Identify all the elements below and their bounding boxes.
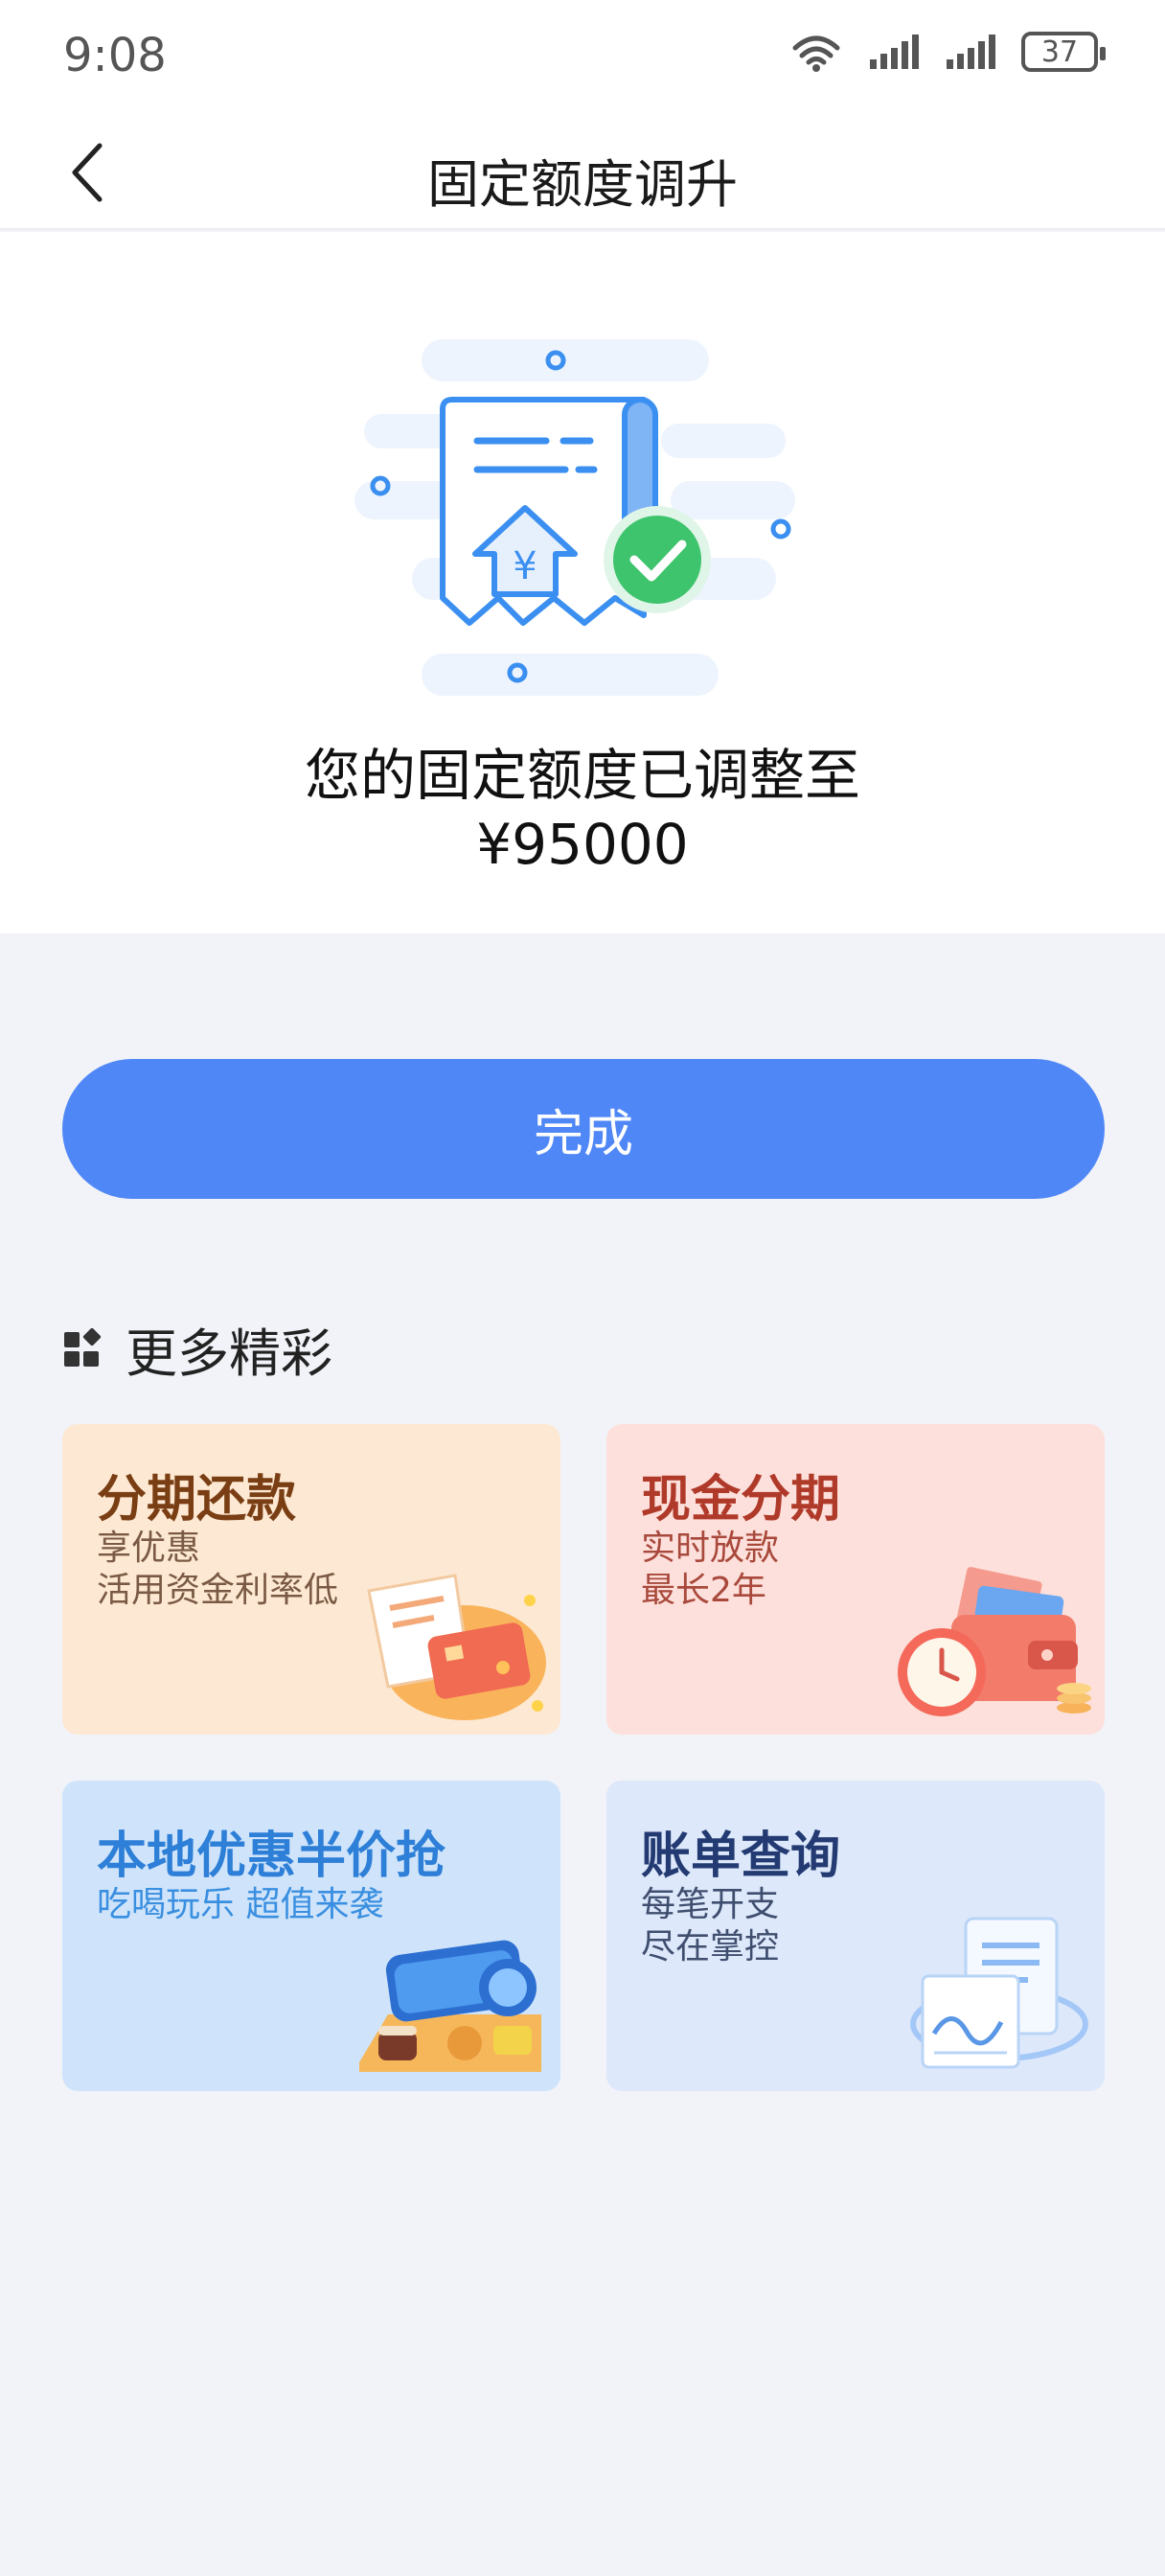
status-time: 9:08 xyxy=(63,29,167,82)
wallet-clock-icon xyxy=(898,1567,1091,1716)
card-local-deals[interactable]: 本地优惠半价抢 吃喝玩乐 超值来袭 xyxy=(62,1781,560,2091)
saturday-promo-badge-icon xyxy=(359,1940,541,2072)
bill-chart-icon xyxy=(910,1917,1088,2069)
card-subtitle-line2: 尽在掌控 xyxy=(641,1927,780,1966)
svg-text:¥: ¥ xyxy=(513,544,537,588)
card-subtitle-line2: 最长2年 xyxy=(641,1571,766,1610)
card-subtitle: 每笔开支 尽在掌控 xyxy=(641,1884,779,1968)
card-subtitle: 实时放款 最长2年 xyxy=(641,1528,779,1612)
card-subtitle-line1: 实时放款 xyxy=(641,1529,780,1568)
card-title: 分期还款 xyxy=(97,1471,297,1529)
card-subtitle-line1: 吃喝玩乐 超值来袭 xyxy=(97,1885,384,1924)
battery-level: 37 xyxy=(1040,34,1079,69)
done-button[interactable]: 完成 xyxy=(62,1059,1105,1199)
signal-icon-2 xyxy=(947,34,995,69)
receipt-success-illustration: ¥ xyxy=(354,339,795,696)
card-subtitle-line1: 每笔开支 xyxy=(641,1885,780,1924)
status-bar: 9:08 37 xyxy=(0,0,1165,115)
card-title: 本地优惠半价抢 xyxy=(97,1828,446,1885)
result-message: 您的固定额度已调整至 xyxy=(304,743,860,808)
more-section-header: 更多精彩 xyxy=(62,1311,332,1387)
card-subtitle-line1: 享优惠 xyxy=(97,1529,201,1568)
page-title: 固定额度调升 xyxy=(427,154,738,215)
card-cash-installment[interactable]: 现金分期 实时放款 最长2年 xyxy=(606,1424,1105,1735)
grid-apps-icon xyxy=(64,1327,102,1367)
result-panel: ¥ 您的固定额度已调整至 ¥95000 xyxy=(0,232,1165,933)
more-section-title: 更多精彩 xyxy=(126,1323,332,1384)
card-title: 现金分期 xyxy=(641,1471,841,1529)
card-installment-repayment[interactable]: 分期还款 享优惠 活用资金利率低 xyxy=(62,1424,560,1735)
result-amount: ¥95000 xyxy=(476,812,689,877)
card-subtitle: 享优惠 活用资金利率低 xyxy=(97,1528,338,1612)
battery-icon: 37 xyxy=(1021,32,1106,72)
status-icons: 37 xyxy=(789,31,1106,73)
wifi-icon xyxy=(792,35,840,72)
signal-icon xyxy=(870,34,919,69)
credit-card-icon xyxy=(367,1574,546,1720)
card-subtitle: 吃喝玩乐 超值来袭 xyxy=(97,1884,383,1926)
card-bill-inquiry[interactable]: 账单查询 每笔开支 尽在掌控 xyxy=(606,1781,1105,2091)
card-subtitle-line2: 活用资金利率低 xyxy=(97,1571,339,1610)
card-title: 账单查询 xyxy=(641,1828,841,1885)
title-bar: 固定额度调升 xyxy=(0,115,1165,230)
